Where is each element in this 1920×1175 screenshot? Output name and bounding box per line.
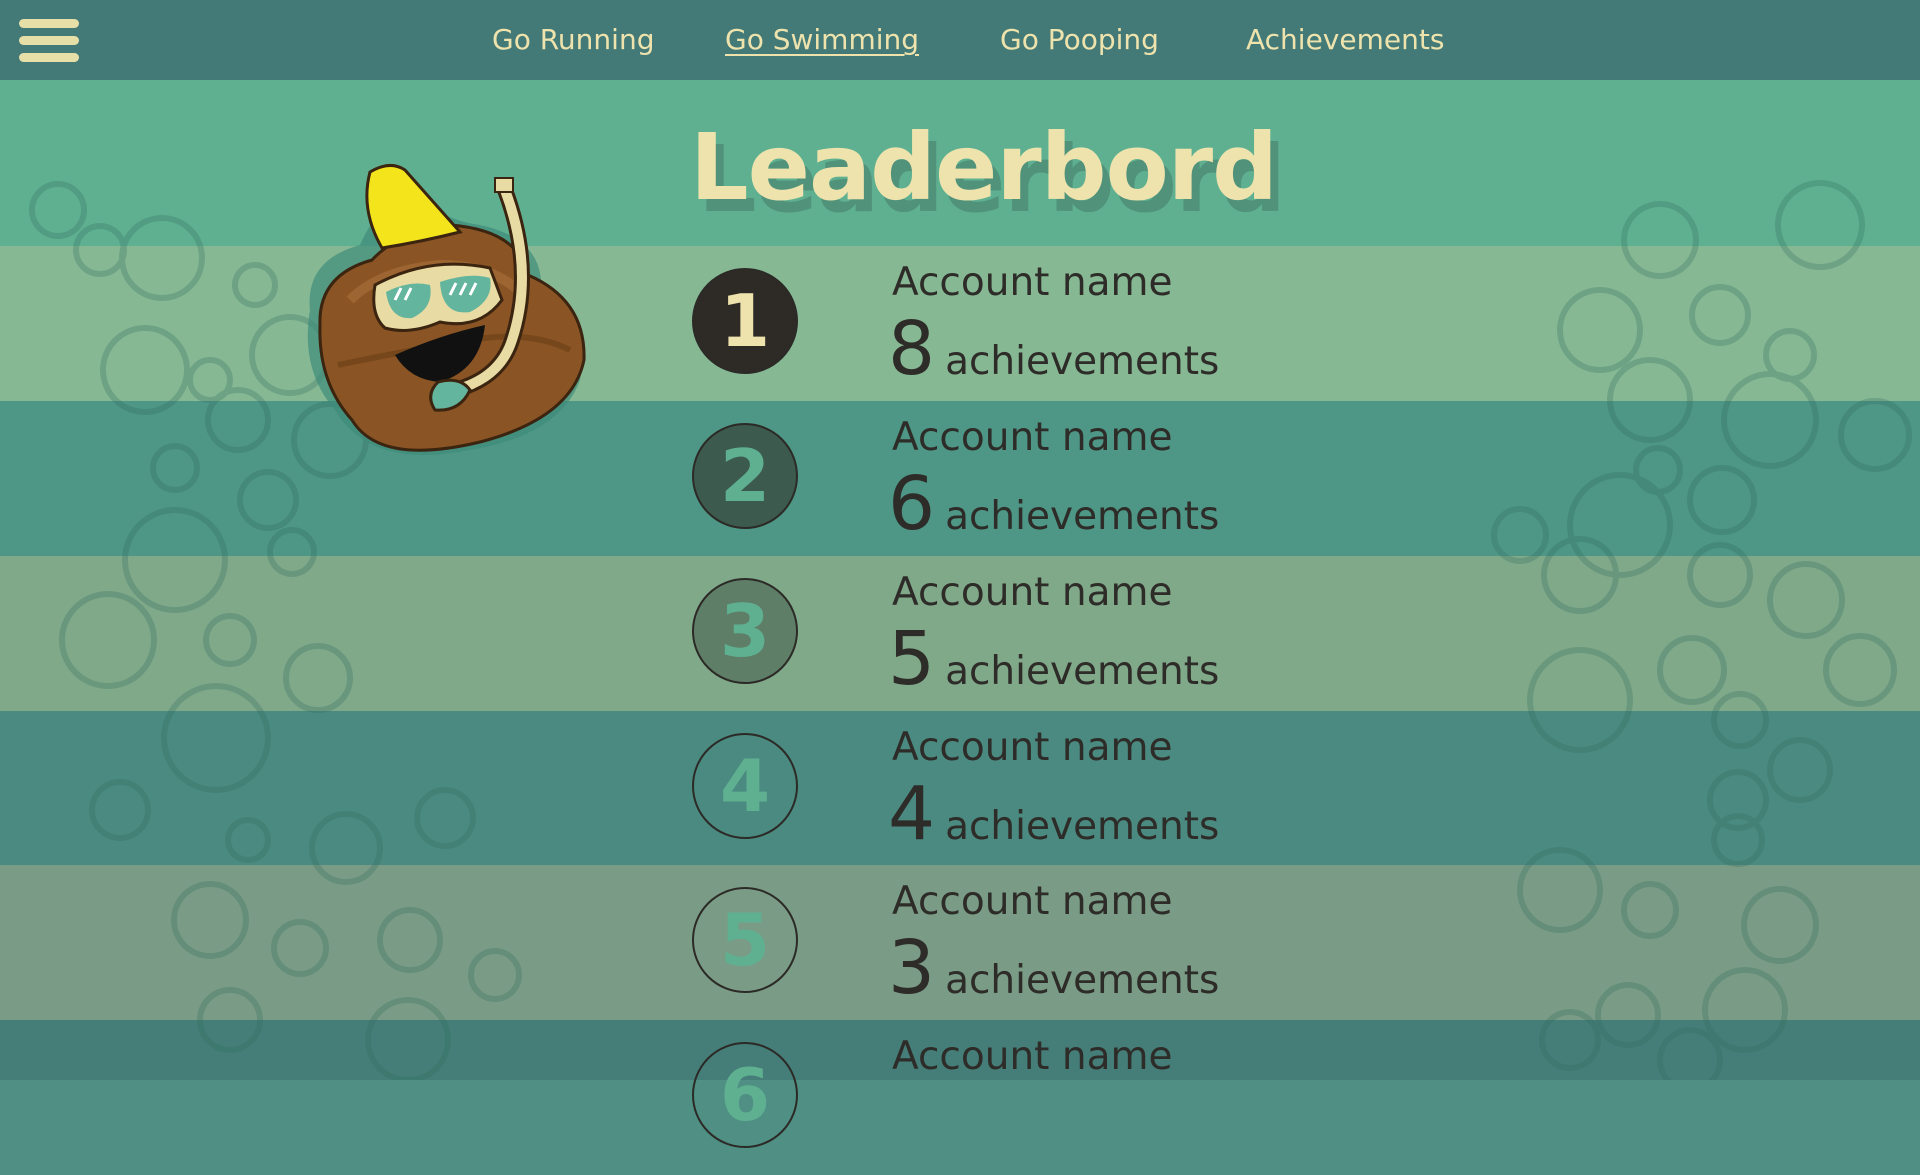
account-name: Account name [892,879,1173,924]
achievement-count: 5 [888,616,936,702]
achievements-label: achievements [945,339,1220,384]
achievement-count: 4 [888,771,936,857]
nav-link-go-pooping[interactable]: Go Pooping [1000,20,1159,60]
leaderboard-entry[interactable]: 5 Account name 3 achievements [0,865,1920,1020]
menu-line [19,53,79,62]
achievements-label: achievements [945,958,1220,1003]
achievements-summary: 3 achievements [888,925,1219,1011]
achievement-count: 6 [888,461,936,547]
nav-link-achievements[interactable]: Achievements [1246,20,1444,60]
achievements-label: achievements [945,649,1220,694]
achievements-label: achievements [945,494,1220,539]
menu-line [19,19,79,28]
achievement-count: 8 [888,306,936,392]
leaderboard-entry[interactable]: 2 Account name 6 achievements [0,401,1920,556]
leaderboard-entry[interactable]: 6 Account name [0,1020,1920,1175]
achievements-summary: 6 achievements [888,461,1219,547]
account-name: Account name [892,260,1173,305]
rank-badge: 5 [692,887,798,993]
nav-link-go-running[interactable]: Go Running [492,20,654,60]
page-title: Leaderbord [690,114,1278,221]
rank-badge: 2 [692,423,798,529]
leaderboard-entry[interactable]: 1 Account name 8 achievements [0,246,1920,401]
menu-line [19,36,79,45]
account-name: Account name [892,1034,1173,1079]
account-name: Account name [892,415,1173,460]
hamburger-menu-icon[interactable] [19,19,79,63]
nav-link-go-swimming[interactable]: Go Swimming [725,20,919,60]
leaderboard-entry[interactable]: 4 Account name 4 achievements [0,711,1920,866]
achievements-label: achievements [945,804,1220,849]
rank-badge: 3 [692,578,798,684]
top-navigation-bar: Go Running Go Swimming Go Pooping Achiev… [0,0,1920,80]
account-name: Account name [892,570,1173,615]
achievements-summary: 8 achievements [888,306,1219,392]
rank-badge: 1 [692,268,798,374]
achievements-summary: 4 achievements [888,771,1219,857]
account-name: Account name [892,725,1173,770]
achievement-count: 3 [888,925,936,1011]
achievements-summary: 5 achievements [888,616,1219,702]
rank-badge: 6 [692,1042,798,1148]
leaderboard-entry[interactable]: 3 Account name 5 achievements [0,556,1920,711]
rank-badge: 4 [692,733,798,839]
